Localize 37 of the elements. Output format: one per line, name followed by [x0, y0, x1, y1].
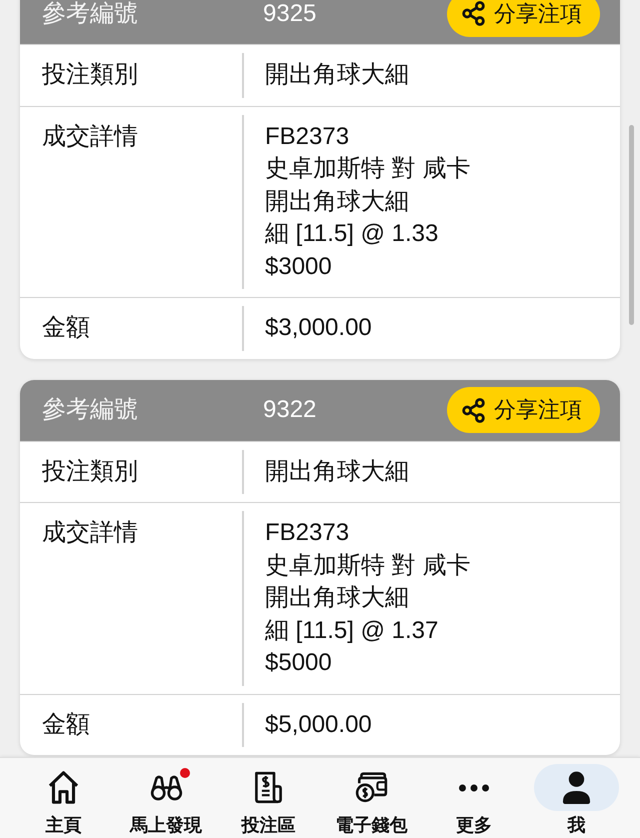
share-button[interactable]: 分享注項	[447, 0, 600, 36]
field-value: 開出角球大細	[265, 456, 409, 486]
field-label: 投注類別	[41, 456, 139, 486]
field-value: 開出角球大細	[265, 583, 409, 613]
more-icon	[459, 784, 490, 792]
nav-item[interactable]: 主頁	[12, 758, 115, 838]
field-value: $5,000.00	[265, 710, 372, 740]
field-label: 金額	[41, 313, 91, 343]
wallet-icon	[354, 771, 388, 804]
nav-item[interactable]: 我	[525, 758, 628, 838]
field-value: FB2373	[265, 122, 350, 152]
field-label: 投注類別	[41, 60, 139, 90]
field-value: 細 [11.5] @ 1.37	[265, 616, 438, 646]
field-label: 成交詳情	[41, 122, 139, 152]
share-icon	[461, 398, 486, 422]
nav-item[interactable]: 投注區	[217, 758, 320, 838]
share-icon	[461, 1, 486, 26]
reference-number: 9322	[263, 397, 316, 423]
nav-item[interactable]: 電子錢包	[320, 758, 423, 838]
reference-label: 參考編號	[42, 397, 138, 423]
field-label: 金額	[41, 710, 91, 740]
field-value: 細 [11.5] @ 1.33	[265, 219, 438, 249]
home-icon	[46, 771, 80, 804]
reference-number: 9325	[263, 0, 316, 26]
field-value: $3,000.00	[265, 313, 372, 343]
nav-item[interactable]: 馬上發現	[114, 758, 218, 838]
nav-item[interactable]: 更多	[422, 758, 526, 838]
field-value: 史卓加斯特 對 咸卡	[265, 154, 470, 184]
field-value: $3000	[265, 252, 332, 282]
field-value: FB2373	[265, 518, 350, 548]
field-value: $5000	[265, 648, 332, 678]
reference-label: 參考編號	[42, 0, 138, 26]
field-value: 史卓加斯特 對 咸卡	[265, 550, 470, 580]
field-value: 開出角球大細	[265, 186, 409, 216]
share-button[interactable]: 分享注項	[447, 387, 600, 433]
field-label: 成交詳情	[41, 518, 139, 548]
field-value: 開出角球大細	[265, 60, 409, 90]
